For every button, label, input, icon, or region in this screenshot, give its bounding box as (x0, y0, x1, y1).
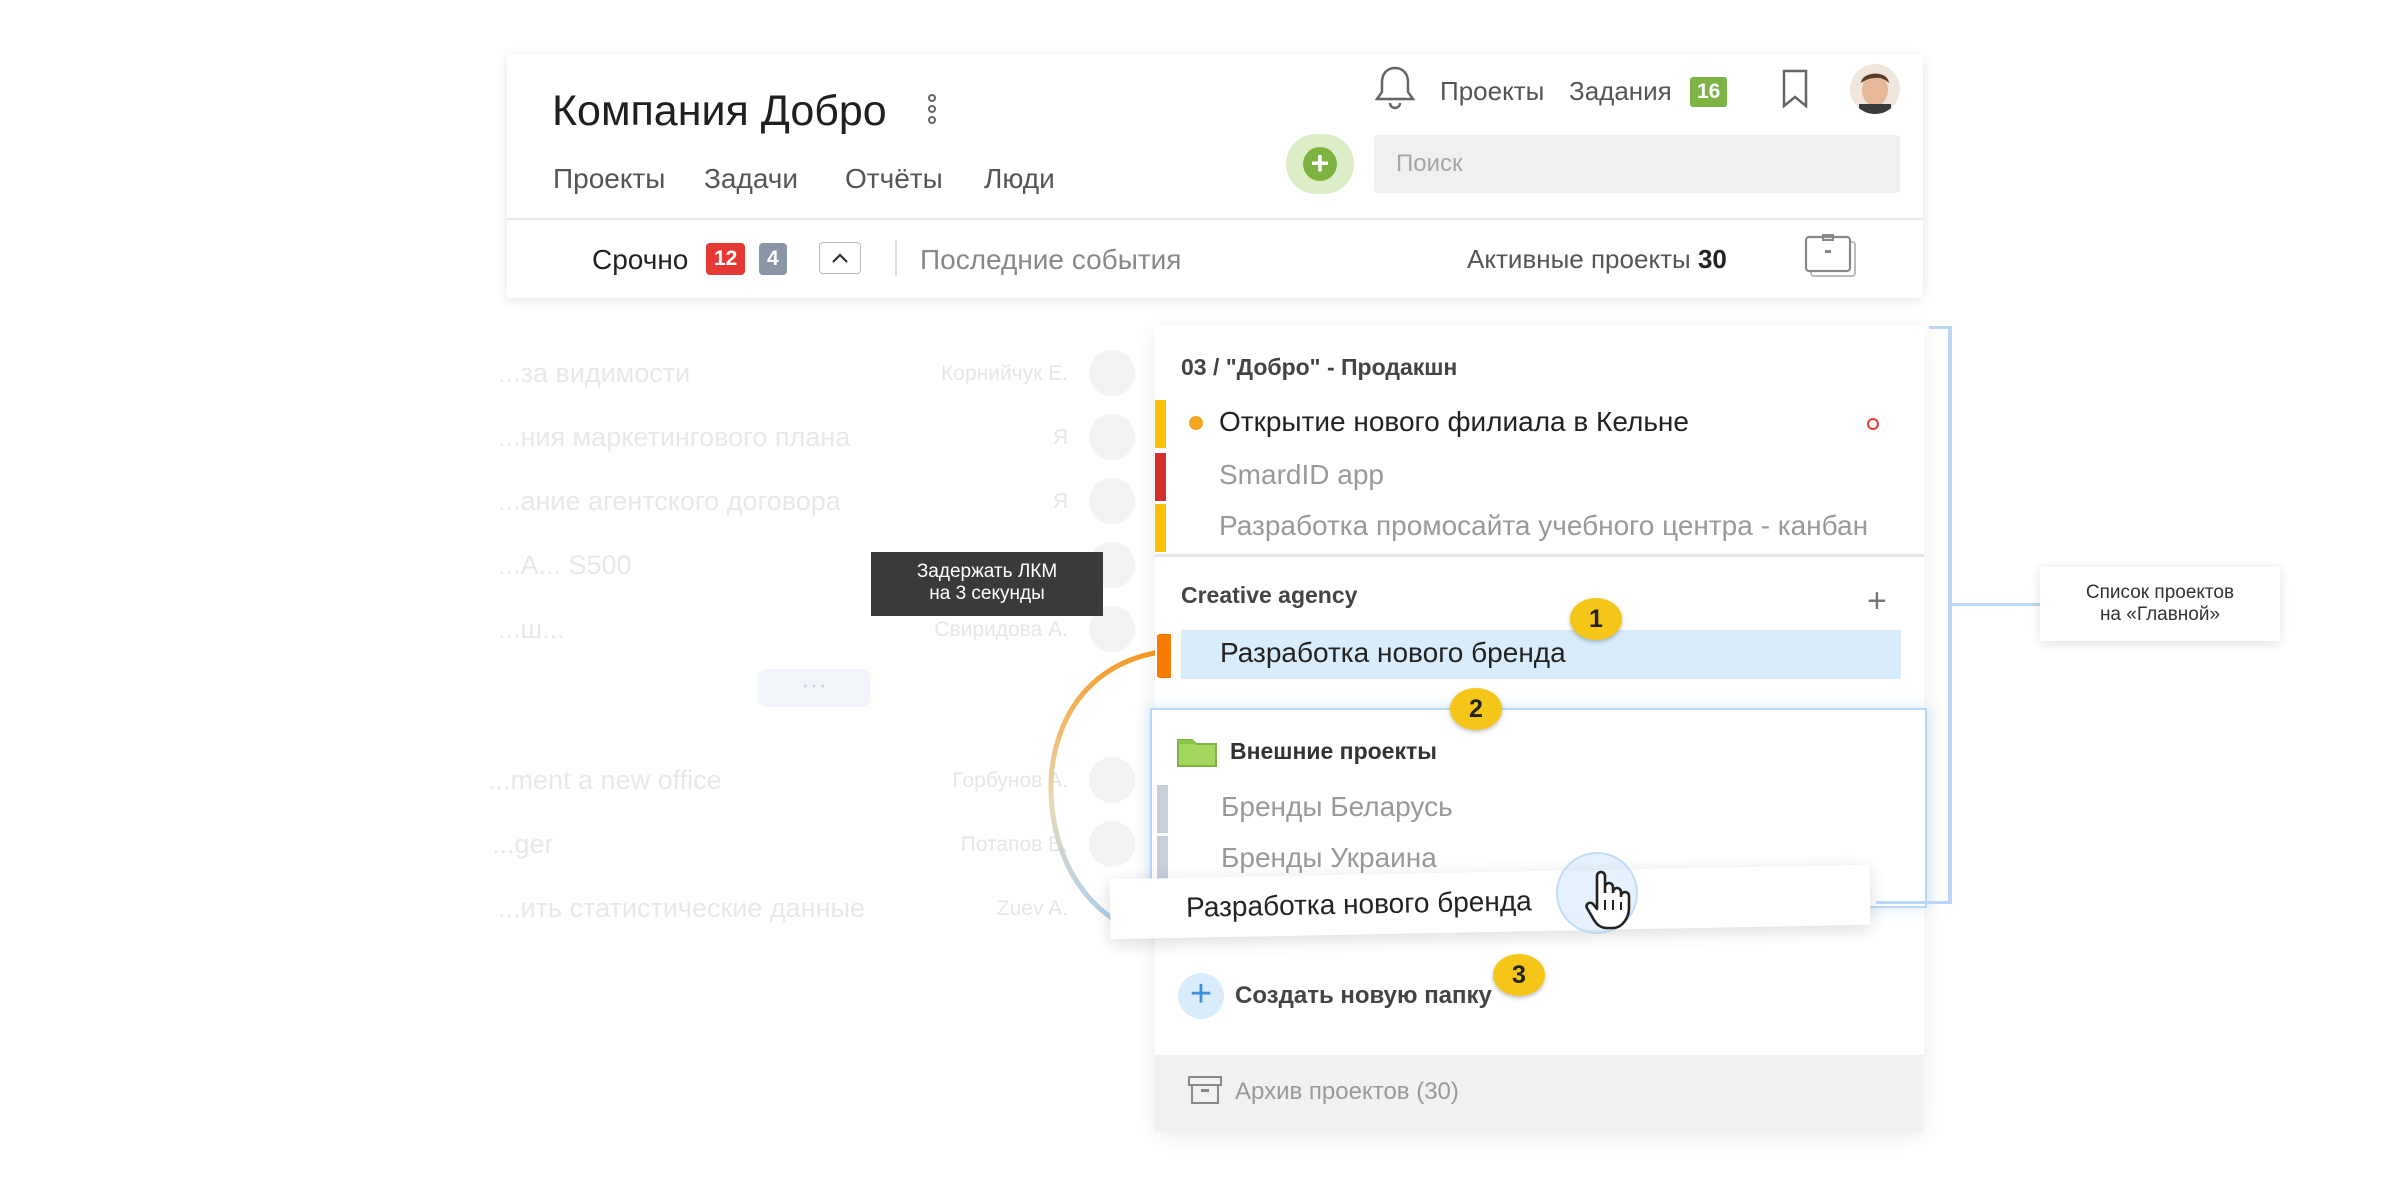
hand-cursor-icon (1582, 870, 1636, 937)
bell-icon[interactable] (1373, 64, 1417, 117)
top-link-projects[interactable]: Проекты (1440, 76, 1544, 107)
add-button[interactable]: + (1286, 134, 1354, 194)
project-color-stripe (1155, 504, 1166, 552)
projects-list-callout: Список проектов на «Главной» (2040, 567, 2280, 641)
step-badge-3: 3 (1493, 954, 1545, 996)
bg-task-assignee: Я (1052, 490, 1068, 513)
bg-task-title: ...ание агентского договора (498, 486, 841, 516)
tooltip-line: Задержать ЛКМ (916, 561, 1058, 582)
bg-task-assignee: Я (1052, 426, 1068, 449)
project-item[interactable]: SmardID app (1219, 459, 1384, 491)
callout-line: на «Главной» (2099, 604, 2221, 625)
step-badge-1: 1 (1570, 598, 1622, 640)
bg-task-title: ...A... S500 (498, 550, 632, 580)
active-projects-count: 30 (1697, 244, 1727, 274)
dragged-project-name: Разработка нового бренда (1185, 885, 1532, 923)
project-item[interactable]: Бренды Украина (1221, 842, 1437, 874)
tooltip-line: на 3 секунды (929, 583, 1045, 604)
bracket-line (1952, 603, 2040, 606)
bg-task-assignee: Корнийчук Е. (941, 362, 1068, 385)
recent-events-link[interactable]: Последние события (920, 244, 1181, 276)
callout-line: Список проектов (2085, 582, 2235, 603)
nav-reports[interactable]: Отчёты (845, 163, 943, 195)
company-title: Компания Добро (552, 87, 887, 135)
project-color-stripe (1155, 453, 1166, 501)
bg-task-title: ...ить статистические данные (498, 893, 865, 923)
hold-tooltip: Задержать ЛКМ на 3 секунды (871, 552, 1103, 616)
project-color-stripe (1155, 400, 1166, 448)
active-projects-label: Активные проекты (1467, 244, 1691, 274)
tasks-count-badge: 16 (1690, 77, 1728, 107)
kebab-icon[interactable] (925, 94, 939, 134)
project-name: Разработка нового бренда (1220, 637, 1566, 668)
nav-tasks[interactable]: Задачи (704, 163, 798, 195)
bg-task-title: ...ment a new office (488, 765, 722, 795)
projects-panel: 03 / "Добро" - Продакшн Открытие нового … (1150, 326, 1927, 1132)
avatar (1089, 478, 1135, 524)
project-item[interactable]: Разработка промосайта учебного центра - … (1219, 510, 1868, 542)
urgent-red-badge: 12 (706, 243, 746, 275)
archive-icon (1187, 1075, 1223, 1110)
plus-icon[interactable]: + (1867, 582, 1887, 621)
step-badge-2: 2 (1450, 688, 1502, 730)
group-title[interactable]: Creative agency (1181, 582, 1357, 609)
project-color-stripe (1157, 836, 1168, 884)
bookmark-icon[interactable] (1780, 68, 1810, 115)
bg-task-title: ...ния маркетингового плана (498, 422, 851, 452)
collapse-button[interactable] (819, 242, 861, 274)
active-projects[interactable]: Активные проекты 30 (1467, 244, 1727, 275)
plus-icon[interactable]: + (1178, 973, 1224, 1019)
vertical-divider (895, 240, 897, 276)
project-color-stripe (1157, 785, 1168, 833)
header-card: Компания Добро Проекты Задачи Отчёты Люд… (507, 54, 1923, 298)
archive-label[interactable]: Архив проектов (30) (1235, 1078, 1459, 1106)
project-item[interactable]: Открытие нового филиала в Кельне (1219, 406, 1689, 438)
bg-more-button: ··· (758, 669, 870, 707)
user-avatar[interactable] (1850, 64, 1900, 114)
bracket-line (1876, 901, 1952, 904)
folder-icon (1176, 734, 1218, 773)
notification-dot-icon (1867, 418, 1879, 430)
create-folder-button[interactable]: Создать новую папку (1235, 982, 1492, 1010)
search-input[interactable] (1374, 135, 1900, 193)
drag-handle[interactable] (1157, 634, 1171, 678)
folder-title[interactable]: Внешние проекты (1230, 738, 1437, 765)
nav-people[interactable]: Люди (984, 163, 1055, 195)
header-divider (507, 218, 1923, 220)
bg-task-title: ...ш... (498, 614, 565, 644)
group-separator (1155, 554, 1924, 557)
urgent-label[interactable]: Срочно (592, 244, 688, 276)
dot-icon (1189, 416, 1203, 430)
group-title[interactable]: 03 / "Добро" - Продакшн (1181, 354, 1457, 381)
bracket-line (1948, 326, 1952, 904)
nav-projects[interactable]: Проекты (553, 163, 665, 195)
briefcase-icon[interactable] (1803, 232, 1859, 285)
top-link-tasks[interactable]: Задания (1569, 76, 1672, 107)
plus-icon: + (1303, 147, 1337, 181)
chevron-up-icon (832, 253, 848, 263)
bg-task-title: ...ger (492, 829, 554, 859)
urgent-gray-badge: 4 (759, 243, 787, 275)
avatar (1089, 350, 1135, 396)
bg-task-title: ...за видимости (498, 358, 691, 388)
project-item[interactable]: Бренды Беларусь (1221, 791, 1453, 823)
avatar (1089, 414, 1135, 460)
project-item-highlighted[interactable]: Разработка нового бренда (1181, 630, 1901, 679)
